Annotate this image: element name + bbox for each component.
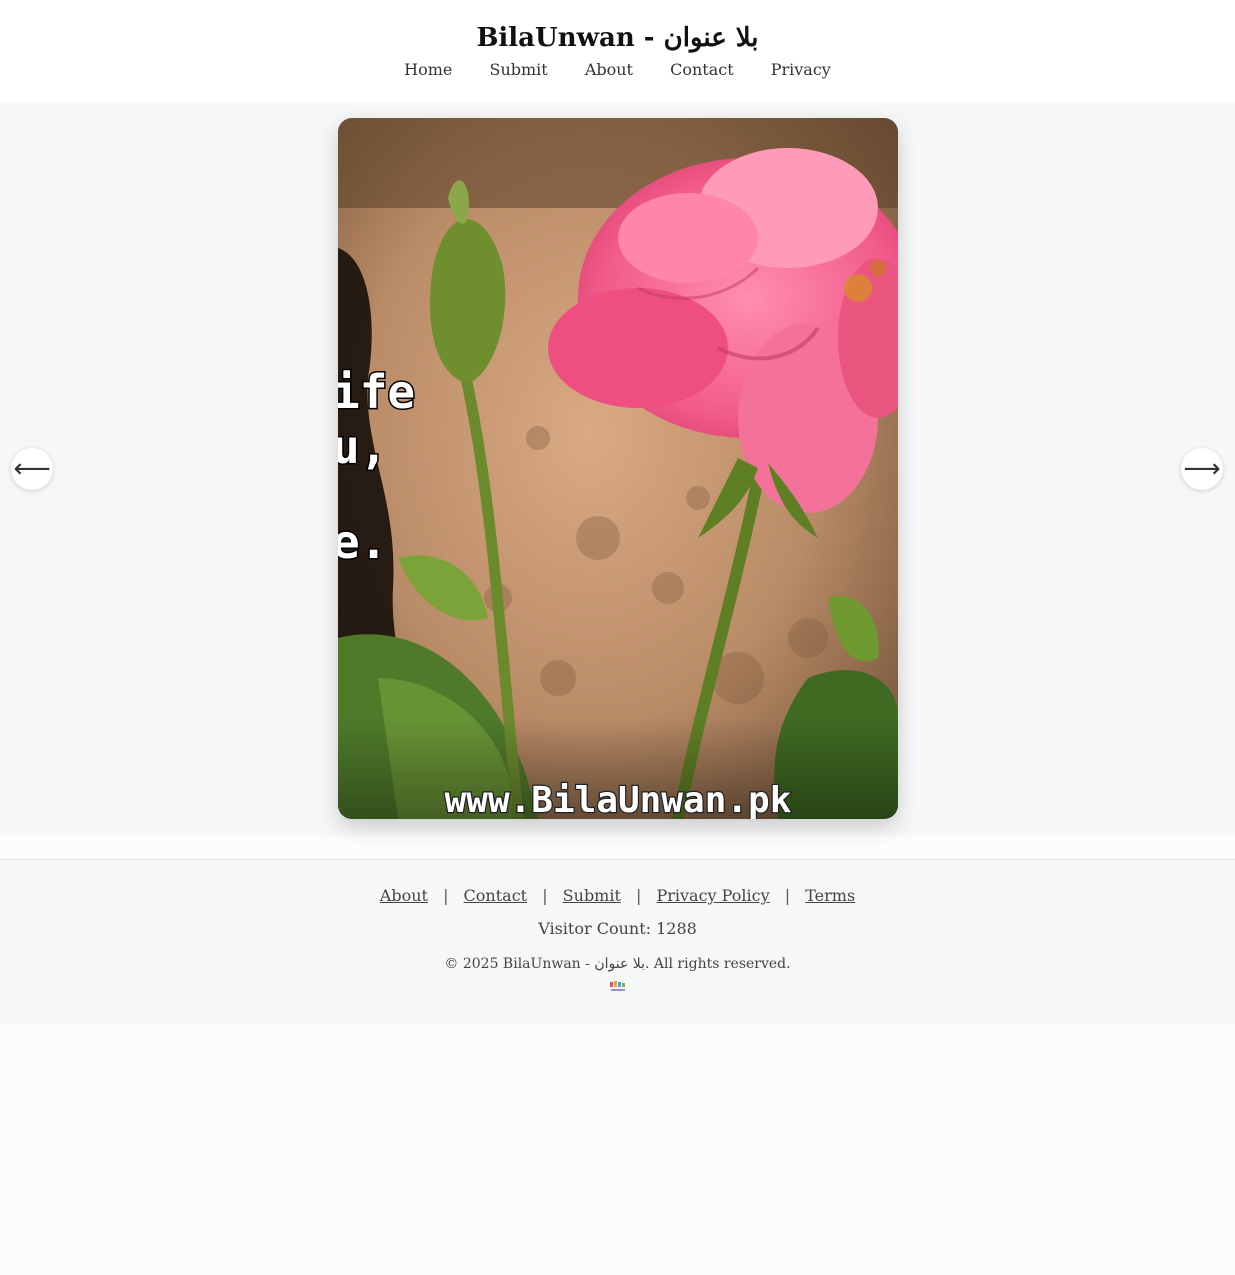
nav-submit[interactable]: Submit bbox=[489, 60, 547, 79]
arrow-left-icon: ⟵ bbox=[13, 454, 51, 484]
slide-image[interactable]: ife u, e. www.BilaUnwan.pk bbox=[338, 118, 898, 819]
overlay-text-3: e. bbox=[338, 515, 387, 569]
footer-separator: | bbox=[636, 886, 642, 905]
section-divider bbox=[0, 835, 1235, 860]
arrow-right-icon: ⟶ bbox=[1183, 454, 1221, 484]
rose-photo: ife u, e. www.BilaUnwan.pk bbox=[338, 118, 898, 819]
copyright-text: © 2025 BilaUnwan - بلا عنوان. All rights… bbox=[444, 956, 791, 972]
footer-separator: | bbox=[784, 886, 791, 905]
footer-link-submit[interactable]: Submit bbox=[563, 886, 621, 905]
visitor-count: Visitor Count: 1288 bbox=[538, 919, 697, 938]
footer-link-privacy-policy[interactable]: Privacy Policy bbox=[656, 886, 769, 905]
overlay-text-1: ife bbox=[338, 365, 415, 419]
site-footer: About | Contact | Submit | Privacy Polic… bbox=[0, 860, 1235, 1025]
overlay-text-2: u, bbox=[338, 420, 387, 474]
footer-link-about[interactable]: About bbox=[380, 886, 428, 905]
footer-link-contact[interactable]: Contact bbox=[464, 886, 528, 905]
nav-home[interactable]: Home bbox=[404, 60, 452, 79]
main-nav: Home Submit About Contact Privacy bbox=[0, 60, 1235, 79]
watermark-text: www.BilaUnwan.pk bbox=[445, 780, 792, 819]
footer-separator: | bbox=[443, 886, 449, 905]
footer-links: About | Contact | Submit | Privacy Polic… bbox=[0, 886, 1235, 905]
footer-separator: | bbox=[542, 886, 548, 905]
slider-next-button[interactable]: ⟶ bbox=[1181, 448, 1223, 490]
site-header: BilaUnwan - بلا عنوان Home Submit About … bbox=[0, 0, 1235, 102]
nav-contact[interactable]: Contact bbox=[670, 60, 734, 79]
footer-link-terms[interactable]: Terms bbox=[805, 886, 855, 905]
nav-privacy[interactable]: Privacy bbox=[771, 60, 831, 79]
site-title[interactable]: BilaUnwan - بلا عنوان bbox=[0, 0, 1235, 54]
nav-about[interactable]: About bbox=[585, 60, 633, 79]
slider-prev-button[interactable]: ⟵ bbox=[11, 448, 53, 490]
footer-logo-icon bbox=[609, 981, 625, 991]
image-slider: ⟵ ife u, e. www.BilaUnwan.pk ⟶ bbox=[0, 102, 1235, 835]
